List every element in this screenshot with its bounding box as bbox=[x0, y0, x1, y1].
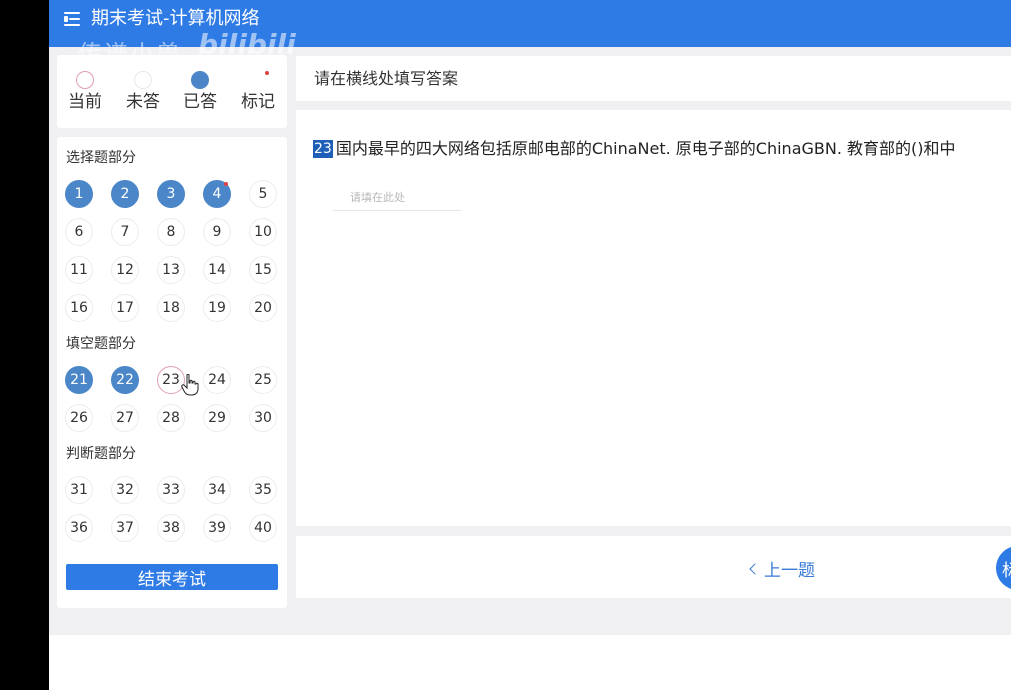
section-title-fill: 填空题部分 bbox=[66, 336, 136, 352]
question-number-19[interactable]: 19 bbox=[203, 294, 231, 322]
legend-item-marked: 标记 bbox=[233, 71, 283, 112]
marked-dot-icon bbox=[249, 71, 269, 89]
question-number-17[interactable]: 17 bbox=[111, 294, 139, 322]
legend-label: 标记 bbox=[241, 92, 275, 112]
question-number-5[interactable]: 5 bbox=[249, 180, 277, 208]
question-number-9[interactable]: 9 bbox=[203, 218, 231, 246]
question-number-15[interactable]: 15 bbox=[249, 256, 277, 284]
question-number-39[interactable]: 39 bbox=[203, 514, 231, 542]
answer-input[interactable] bbox=[333, 185, 461, 211]
hand-cursor-icon bbox=[181, 374, 199, 396]
question-text: 国内最早的四大网络包括原邮电部的ChinaNet. 原电子部的ChinaGBN.… bbox=[335, 139, 956, 158]
watermark-text: 传谱小兽 bbox=[78, 40, 182, 68]
section-title-judge: 判断题部分 bbox=[66, 446, 136, 462]
question-number-35[interactable]: 35 bbox=[249, 476, 277, 504]
question-number-badge: 23 bbox=[313, 140, 333, 158]
question-number-12[interactable]: 12 bbox=[111, 256, 139, 284]
question-number-30[interactable]: 30 bbox=[249, 404, 277, 432]
unanswered-dot-icon bbox=[134, 71, 152, 89]
question-number-16[interactable]: 16 bbox=[65, 294, 93, 322]
legend-item-answered: 已答 bbox=[175, 71, 225, 112]
question-number-1[interactable]: 1 bbox=[65, 180, 93, 208]
question-number-29[interactable]: 29 bbox=[203, 404, 231, 432]
question-number-28[interactable]: 28 bbox=[157, 404, 185, 432]
current-dot-icon bbox=[76, 71, 94, 89]
question-instruction-bar: 请在横线处填写答案 bbox=[296, 56, 1011, 101]
legend-label: 当前 bbox=[68, 92, 102, 112]
question-navigator: 选择题部分 填空题部分 判断题部分 结束考试 1 2 3 4 5 6 7 8 9 10 11 12 13… bbox=[57, 137, 287, 608]
exam-title: 期末考试-计算机网络 bbox=[91, 8, 260, 29]
question-number-2[interactable]: 2 bbox=[111, 180, 139, 208]
screen-edge bbox=[0, 0, 49, 690]
question-number-32[interactable]: 32 bbox=[111, 476, 139, 504]
previous-question-button[interactable]: 上一题 bbox=[749, 556, 815, 581]
question-number-26[interactable]: 26 bbox=[65, 404, 93, 432]
question-number-34[interactable]: 34 bbox=[203, 476, 231, 504]
question-number-11[interactable]: 11 bbox=[65, 256, 93, 284]
question-number-7[interactable]: 7 bbox=[111, 218, 139, 246]
mark-button[interactable]: 标 bbox=[996, 546, 1011, 590]
question-number-8[interactable]: 8 bbox=[157, 218, 185, 246]
question-number-20[interactable]: 20 bbox=[249, 294, 277, 322]
question-body: 23 国内最早的四大网络包括原邮电部的ChinaNet. 原电子部的ChinaGB… bbox=[296, 110, 1011, 526]
end-exam-button[interactable]: 结束考试 bbox=[66, 564, 278, 590]
question-number-25[interactable]: 25 bbox=[249, 366, 277, 394]
question-number-21[interactable]: 21 bbox=[65, 366, 93, 394]
question-number-18[interactable]: 18 bbox=[157, 294, 185, 322]
legend-item-unanswered: 未答 bbox=[118, 71, 168, 112]
menu-icon[interactable] bbox=[64, 12, 80, 26]
previous-label: 上一题 bbox=[764, 561, 815, 581]
question-number-4[interactable]: 4 bbox=[203, 180, 231, 208]
question-number-40[interactable]: 40 bbox=[249, 514, 277, 542]
question-number-10[interactable]: 10 bbox=[249, 218, 277, 246]
answered-dot-icon bbox=[191, 71, 209, 89]
section-title-choice: 选择题部分 bbox=[66, 150, 136, 166]
question-number-6[interactable]: 6 bbox=[65, 218, 93, 246]
question-number-3[interactable]: 3 bbox=[157, 180, 185, 208]
chevron-left-icon bbox=[749, 563, 761, 575]
question-number-22[interactable]: 22 bbox=[111, 366, 139, 394]
question-number-24[interactable]: 24 bbox=[203, 366, 231, 394]
question-number-27[interactable]: 27 bbox=[111, 404, 139, 432]
question-number-33[interactable]: 33 bbox=[157, 476, 185, 504]
question-number-38[interactable]: 38 bbox=[157, 514, 185, 542]
legend-item-current: 当前 bbox=[60, 71, 110, 112]
question-number-13[interactable]: 13 bbox=[157, 256, 185, 284]
top-bar: 期末考试-计算机网络 bbox=[49, 0, 1011, 47]
question-number-37[interactable]: 37 bbox=[111, 514, 139, 542]
question-number-14[interactable]: 14 bbox=[203, 256, 231, 284]
legend-label: 未答 bbox=[126, 92, 160, 112]
legend-label: 已答 bbox=[183, 92, 217, 112]
question-line: 23 国内最早的四大网络包括原邮电部的ChinaNet. 原电子部的ChinaGB… bbox=[313, 138, 956, 160]
instruction-text: 请在横线处填写答案 bbox=[314, 69, 459, 88]
watermark-logo: bilibili bbox=[198, 28, 296, 61]
question-number-36[interactable]: 36 bbox=[65, 514, 93, 542]
question-number-31[interactable]: 31 bbox=[65, 476, 93, 504]
question-footer: 上一题 标 bbox=[296, 536, 1011, 598]
